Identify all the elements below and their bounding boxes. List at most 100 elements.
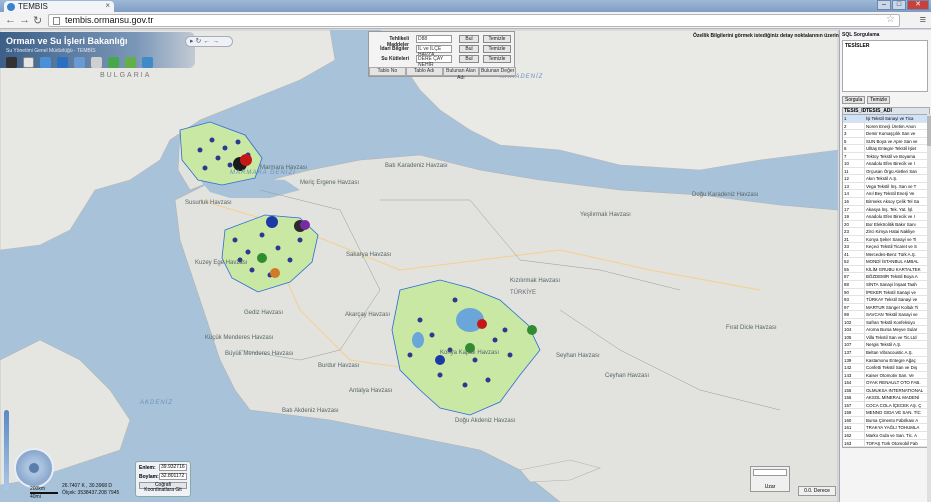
table-row[interactable]: 17 Akasya İnş. Tek. Yat. İşl. — [843, 205, 929, 214]
table-row[interactable]: 3 Demir Kumaşçılık San ve — [843, 130, 929, 138]
maximize-button[interactable]: □ — [892, 0, 906, 10]
column-header-name[interactable]: TESİS_ADI — [865, 108, 929, 114]
minimize-button[interactable]: – — [877, 0, 891, 10]
browser-tab[interactable]: TEMBIS × — [4, 1, 114, 12]
sql-clear-button[interactable]: Temizle — [867, 96, 891, 104]
table-row[interactable]: 157 COCA COLA İÇECEK AŞ. Ç — [843, 401, 929, 410]
save-icon[interactable] — [142, 57, 153, 68]
close-tab-icon[interactable]: × — [105, 1, 110, 10]
table-row[interactable]: 139 Kastamonu Entegre Ağaç — [843, 356, 929, 365]
table-row[interactable]: 137 Beltan Vibracoustic A.Ş. — [843, 348, 929, 357]
table-row[interactable]: 5 SUN Boya ve Apre San ve — [843, 137, 929, 146]
menu-icon[interactable]: ≡ — [920, 14, 926, 26]
table-row[interactable]: 90 İPEKER Tekstil Sanayi ve — [843, 288, 929, 297]
table-row[interactable]: 6 Ulltaş Entegre Tekstil İşlet — [843, 145, 929, 153]
measure-icon[interactable] — [91, 57, 102, 68]
table-row[interactable]: 7 Tektoy Tekstil ve Boyama — [843, 152, 929, 161]
table-row[interactable]: 1 İşi Tekstil Sanayi ve Tica — [843, 115, 929, 123]
table-row[interactable]: 16 Birmeks Aksoy Çelik Tel Sa — [843, 198, 929, 206]
document-icon[interactable] — [23, 57, 34, 68]
compass-pan-control[interactable] — [14, 448, 54, 488]
table-row[interactable]: 159 MENNO GIDA VE SAN. TİC — [843, 409, 929, 417]
forward-icon[interactable]: → — [19, 14, 30, 26]
search-button[interactable]: Bul — [459, 45, 479, 53]
compass-center-icon[interactable] — [29, 463, 39, 473]
sql-textarea[interactable]: TESİSLER — [842, 40, 928, 92]
table-row[interactable]: 156 AKSOL MİNERAL MADENİ — [843, 394, 929, 402]
sql-query-button[interactable]: Sorgula — [842, 96, 866, 104]
globe-icon[interactable] — [40, 57, 51, 68]
scrollbar-thumb[interactable] — [927, 116, 931, 146]
clear-button[interactable]: Temizle — [483, 55, 511, 63]
degree-button[interactable]: 0.0. Derece — [798, 486, 836, 496]
cell-name: SİNTA Sanayi İnşaat Taah — [866, 282, 917, 288]
table-row[interactable]: 162 Marko Gıda ve San. Tic. A — [843, 431, 929, 440]
table-row[interactable]: 31 Konya Şeker Sanayi ve Ti — [843, 235, 929, 244]
export-icon[interactable] — [125, 57, 136, 68]
table-row[interactable]: 104 Aroma Bursa Meyve Sular — [843, 326, 929, 334]
table-row[interactable]: 10 Anadolu Efes Birecik ve I — [843, 160, 929, 168]
table-row[interactable]: 11 Orçusan Örgü Aletleri San — [843, 167, 929, 176]
table-row[interactable]: 98 SAVCAN Tekstil Sanayi ve — [843, 311, 929, 319]
reload-icon[interactable]: ↻ — [33, 14, 42, 27]
table-row[interactable]: 107 Nergis Tekstil A.Ş. — [843, 341, 929, 349]
table-row[interactable]: 13 Vega Tekstil İnş. San ve T — [843, 182, 929, 191]
table-row[interactable]: 2 Noren Enerji Üretim Anon — [843, 122, 929, 131]
layer-select[interactable] — [753, 469, 787, 476]
search-button[interactable]: Bul — [459, 35, 479, 43]
tab-field-name[interactable]: Bulunan Alan Adı — [442, 67, 480, 81]
address-bar[interactable]: tembis.ormansu.gov.tr ☆ — [48, 14, 900, 27]
tab-table-name[interactable]: Tablo Adı — [405, 67, 443, 76]
longitude-input[interactable]: 32.801172 — [159, 473, 187, 480]
query-input[interactable]: İL ve İLÇE HAVZA — [416, 45, 452, 58]
table-scrollbar[interactable] — [927, 114, 931, 502]
table-row[interactable]: 55 KİLİM GRUBU KARTALTEK — [843, 265, 929, 274]
cell-name: İşi Tekstil Sanayi ve Tica — [866, 116, 914, 121]
map-canvas[interactable]: BULGARIA KARADENİZ MARMARA DENİZİ AKDENİ… — [0, 30, 838, 502]
query-input[interactable]: D88 — [416, 35, 452, 43]
table-row[interactable]: 93 TÜRKAY Tekstil Sanayi ve — [843, 296, 929, 304]
table-row[interactable]: 19 Anadolu Efes Birecik ve I — [843, 213, 929, 221]
label-basin: Marmara Havzası — [260, 165, 308, 171]
table-row[interactable]: 88 SİNTA Sanayi İnşaat Taah — [843, 281, 929, 289]
tab-found-value[interactable]: Bulunan Değer — [479, 67, 516, 76]
navigation-mini-toolbar[interactable]: ▸ ↻ ← → — [185, 36, 233, 47]
back-icon[interactable]: ← — [5, 14, 16, 26]
search-button[interactable]: Bul — [459, 55, 479, 63]
clear-button[interactable]: Temizle — [483, 45, 511, 53]
table-row[interactable]: 160 Bursa Çimento Fabrikası A — [843, 416, 929, 425]
table-row[interactable]: 154 OYAK RENAULT OTO FAB. — [843, 379, 929, 387]
table-row[interactable]: 97 MARTUR Sünger Koltuk Ti — [843, 303, 929, 312]
goto-coordinates-button[interactable]: Coğrafi Koordinatlara Git — [139, 482, 187, 493]
table-row[interactable]: 87 BÖZDEMİR Tekstil Boya A — [843, 273, 929, 282]
cursor-coordinates: 26.7407 K , 30.3968 D Ölçek: 3538437.208… — [62, 483, 119, 497]
print-icon[interactable] — [57, 57, 68, 68]
table-row[interactable]: 20 Bor Elektrolitik Bakır Sanı — [843, 220, 929, 229]
close-window-button[interactable]: ✕ — [907, 0, 929, 10]
bookmark-star-icon[interactable]: ☆ — [886, 14, 895, 25]
table-row[interactable]: 33 Keçeci Tekstil Ticaret ve S — [843, 243, 929, 251]
table-row[interactable]: 23 Zirci Kimya Hatai Nakliye — [843, 228, 929, 236]
table-row[interactable]: 52 MONDİ İSTANBUL AMBAL — [843, 258, 929, 266]
tab-table-no[interactable]: Tablo No — [369, 67, 406, 76]
cell-id: 31 — [843, 235, 865, 243]
table-row[interactable]: 14 Anıl Bey Tekstil Enerji Ve — [843, 190, 929, 199]
table-row[interactable]: 155 OLMUKSA INTERNATIONAL — [843, 386, 929, 395]
table-row[interactable]: 161 TRAKYA YAĞLI TOHUMLA — [843, 424, 929, 432]
pan-tool-icon[interactable] — [6, 57, 17, 68]
query-input[interactable]: DERE ÇAY NEHİR — [416, 55, 452, 68]
table-row[interactable]: 143 Kaiser Otomotiv San. Ve — [843, 371, 929, 380]
column-header-id[interactable]: TESIS_ID — [843, 108, 866, 114]
table-row[interactable]: 41 Mercedes-Benz Türk A.Ş. — [843, 250, 929, 259]
chart-icon[interactable] — [108, 57, 119, 68]
table-row[interactable]: 163 TOFAŞ Türk Otomobil Fab — [843, 439, 929, 448]
table-row[interactable]: 12 Akın Tekstil A.Ş. — [843, 175, 929, 183]
latitude-input[interactable]: 39.932716 — [159, 464, 187, 471]
layers-icon[interactable] — [74, 57, 85, 68]
zoom-slider[interactable] — [4, 410, 9, 490]
table-row[interactable]: 102 Safran Tekstil Konfeksiyo — [843, 318, 929, 327]
table-row[interactable]: 105 Villa Tekstil San ve Tic.Ltd — [843, 333, 929, 342]
table-row[interactable]: 142 Confetti Tekstil San ve Dış — [843, 364, 929, 372]
label-bulgaria: BULGARIA — [100, 72, 152, 79]
clear-button[interactable]: Temizle — [483, 35, 511, 43]
